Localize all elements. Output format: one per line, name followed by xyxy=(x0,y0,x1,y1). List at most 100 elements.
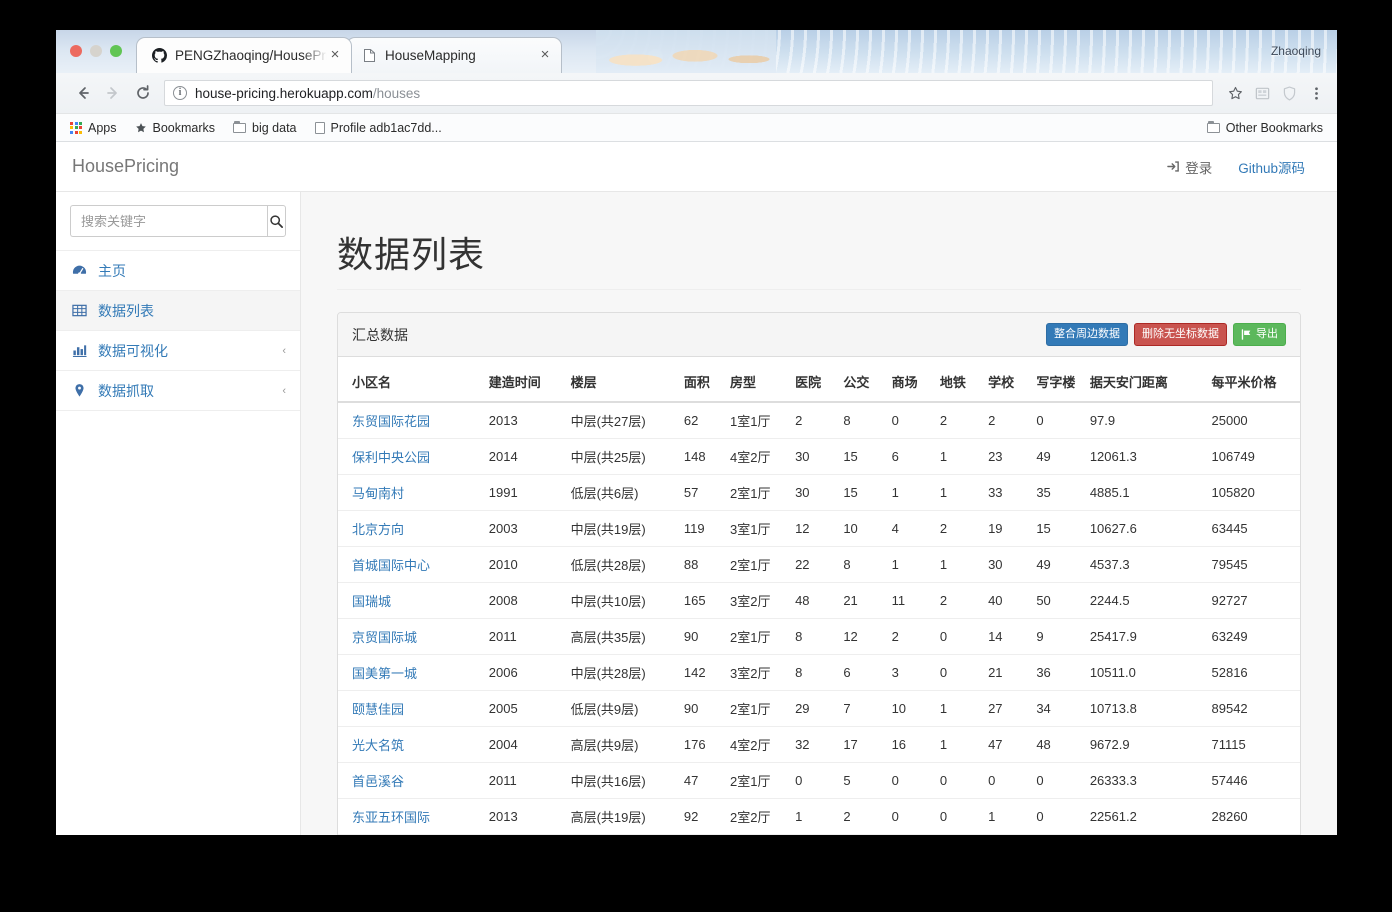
profile-name[interactable]: Zhaoqing xyxy=(1271,44,1321,58)
other-bookmarks[interactable]: Other Bookmarks xyxy=(1206,120,1323,135)
login-link[interactable]: 登录 xyxy=(1167,157,1212,177)
sidebar-item-data-list[interactable]: 数据列表 xyxy=(56,291,300,331)
column-header-floor[interactable]: 楼层 xyxy=(564,357,678,403)
url-path: /houses xyxy=(372,85,421,101)
table-icon xyxy=(72,303,90,318)
community-link[interactable]: 国美第一城 xyxy=(352,666,417,681)
table-cell: 9672.9 xyxy=(1083,726,1206,763)
star-icon[interactable] xyxy=(1227,85,1244,102)
community-link[interactable]: 东贸国际花园 xyxy=(352,414,430,429)
star-icon xyxy=(135,122,147,134)
community-link[interactable]: 首城国际中心 xyxy=(352,558,430,573)
table-cell: 4537.3 xyxy=(1083,546,1206,583)
site-info-icon[interactable]: i xyxy=(173,86,187,100)
sidebar-item-home-label: 主页 xyxy=(98,262,126,279)
column-header-build-year[interactable]: 建造时间 xyxy=(482,357,565,403)
table-cell: 2008 xyxy=(482,582,565,619)
column-header-unit-price[interactable]: 每平米价格 xyxy=(1205,357,1300,403)
table-cell: 2004 xyxy=(482,726,565,763)
table-cell: 中层(共16层) xyxy=(564,762,678,799)
column-header-area[interactable]: 面积 xyxy=(677,357,725,403)
table-cell: 148 xyxy=(677,438,725,475)
browser-tab-1[interactable]: PENGZhaoqing/HousePricing: × xyxy=(136,37,352,73)
community-link[interactable]: 马甸南村 xyxy=(352,486,404,501)
table-cell-community: 东亚五环国际 xyxy=(338,798,483,835)
table-cell: 176 xyxy=(677,726,725,763)
column-header-mall[interactable]: 商场 xyxy=(885,357,934,403)
reload-icon[interactable] xyxy=(128,78,158,108)
community-link[interactable]: 首邑溪谷 xyxy=(352,774,404,789)
column-header-bus[interactable]: 公交 xyxy=(837,357,886,403)
house-data-table: 小区名 建造时间 楼层 面积 房型 医院 公交 商场 地铁 学校 写字楼 据天安… xyxy=(338,357,1300,835)
back-arrow-icon[interactable] xyxy=(68,78,98,108)
column-header-office[interactable]: 写字楼 xyxy=(1030,357,1084,403)
browser-tab-2-close-icon[interactable]: × xyxy=(537,47,553,64)
column-header-hospital[interactable]: 医院 xyxy=(789,357,838,403)
table-cell: 中层(共25层) xyxy=(564,438,678,475)
browser-tab-2[interactable]: HouseMapping × xyxy=(346,37,562,73)
table-cell: 5 xyxy=(837,762,886,799)
bookmark-big-data[interactable]: big data xyxy=(233,120,297,135)
bookmark-apps[interactable]: Apps xyxy=(70,121,117,135)
sidebar-item-visualization-caret: ‹ xyxy=(282,344,286,357)
community-link[interactable]: 京贸国际城 xyxy=(352,630,417,645)
table-cell: 1 xyxy=(933,546,983,583)
table-cell: 中层(共19层) xyxy=(564,510,678,547)
table-cell: 48 xyxy=(789,582,838,619)
menu-icon[interactable] xyxy=(1308,85,1325,102)
table-cell: 48 xyxy=(1030,726,1084,763)
github-source-link[interactable]: Github源码 xyxy=(1238,157,1305,177)
table-cell: 3室2厅 xyxy=(724,654,790,691)
table-cell: 中层(共10层) xyxy=(564,582,678,619)
table-cell: 2 xyxy=(988,413,996,428)
panel-action-buttons: 整合周边数据 删除无坐标数据 导出 xyxy=(1046,323,1286,346)
table-row: 东亚五环国际 2013 高层(共19层) 92 2室2厅 1 2 0 0 1 0 22561.2 282… xyxy=(338,798,1300,835)
close-window-button[interactable] xyxy=(70,45,82,57)
column-header-room-type[interactable]: 房型 xyxy=(724,357,790,403)
header-links: 登录 Github源码 xyxy=(1167,157,1323,177)
community-link[interactable]: 东亚五环国际 xyxy=(352,810,430,825)
search-input[interactable] xyxy=(70,205,267,237)
maximize-window-button[interactable] xyxy=(110,45,122,57)
app-brand[interactable]: HousePricing xyxy=(56,156,301,177)
address-bar[interactable]: i house-pricing.herokuapp.com/houses xyxy=(164,80,1213,106)
column-header-community[interactable]: 小区名 xyxy=(338,357,483,403)
browser-tab-1-close-icon[interactable]: × xyxy=(327,47,343,64)
table-cell: 40 xyxy=(982,582,1031,619)
table-cell: 2室2厅 xyxy=(724,798,790,835)
shield-icon[interactable] xyxy=(1281,85,1298,102)
folder-icon xyxy=(1206,120,1220,133)
minimize-window-button[interactable] xyxy=(90,45,102,57)
community-link[interactable]: 国瑞城 xyxy=(352,594,391,609)
sidebar-item-data-scraping[interactable]: 数据抓取 ‹ xyxy=(56,371,300,411)
delete-no-coordinate-data-button[interactable]: 删除无坐标数据 xyxy=(1134,323,1227,346)
column-header-distance[interactable]: 据天安门距离 xyxy=(1083,357,1206,403)
community-link[interactable]: 光大名筑 xyxy=(352,738,404,753)
export-button[interactable]: 导出 xyxy=(1233,323,1286,346)
bookmark-profile[interactable]: Profile adb1ac7dd... xyxy=(314,121,442,135)
table-row: 国美第一城 2006 中层(共28层) 142 3室2厅 8 6 3 0 21 36 10511.0 5… xyxy=(338,654,1300,691)
table-cell: 52816 xyxy=(1205,654,1300,691)
table-cell: 1 xyxy=(933,690,983,727)
table-cell: 52571 xyxy=(1205,834,1300,835)
bookmark-bookmarks-label: Bookmarks xyxy=(152,120,216,135)
table-cell: 1 xyxy=(933,438,983,475)
sidebar-item-visualization[interactable]: 数据可视化 ‹ xyxy=(56,331,300,371)
merge-surrounding-data-button[interactable]: 整合周边数据 xyxy=(1046,323,1128,346)
community-link[interactable]: 保利中央公园 xyxy=(352,450,430,465)
sidebar-item-home[interactable]: 主页 xyxy=(56,251,300,291)
browser-tabs: PENGZhaoqing/HousePricing: × HouseMappin… xyxy=(136,37,562,73)
table-cell: 10627.6 xyxy=(1083,510,1206,547)
community-link[interactable]: 颐慧佳园 xyxy=(352,702,404,717)
table-cell: 88 xyxy=(677,546,725,583)
table-cell-community: 红木林 xyxy=(338,834,483,835)
column-header-school[interactable]: 学校 xyxy=(982,357,1031,403)
community-link[interactable]: 北京方向 xyxy=(352,522,404,537)
table-cell: 3 xyxy=(885,654,934,691)
apps-extension-icon[interactable] xyxy=(1254,85,1271,102)
column-header-subway[interactable]: 地铁 xyxy=(933,357,983,403)
search-button[interactable] xyxy=(267,205,286,237)
table-cell-community: 光大名筑 xyxy=(338,726,483,763)
bookmark-bookmarks[interactable]: Bookmarks xyxy=(135,120,216,135)
table-cell: 10 xyxy=(885,690,934,727)
